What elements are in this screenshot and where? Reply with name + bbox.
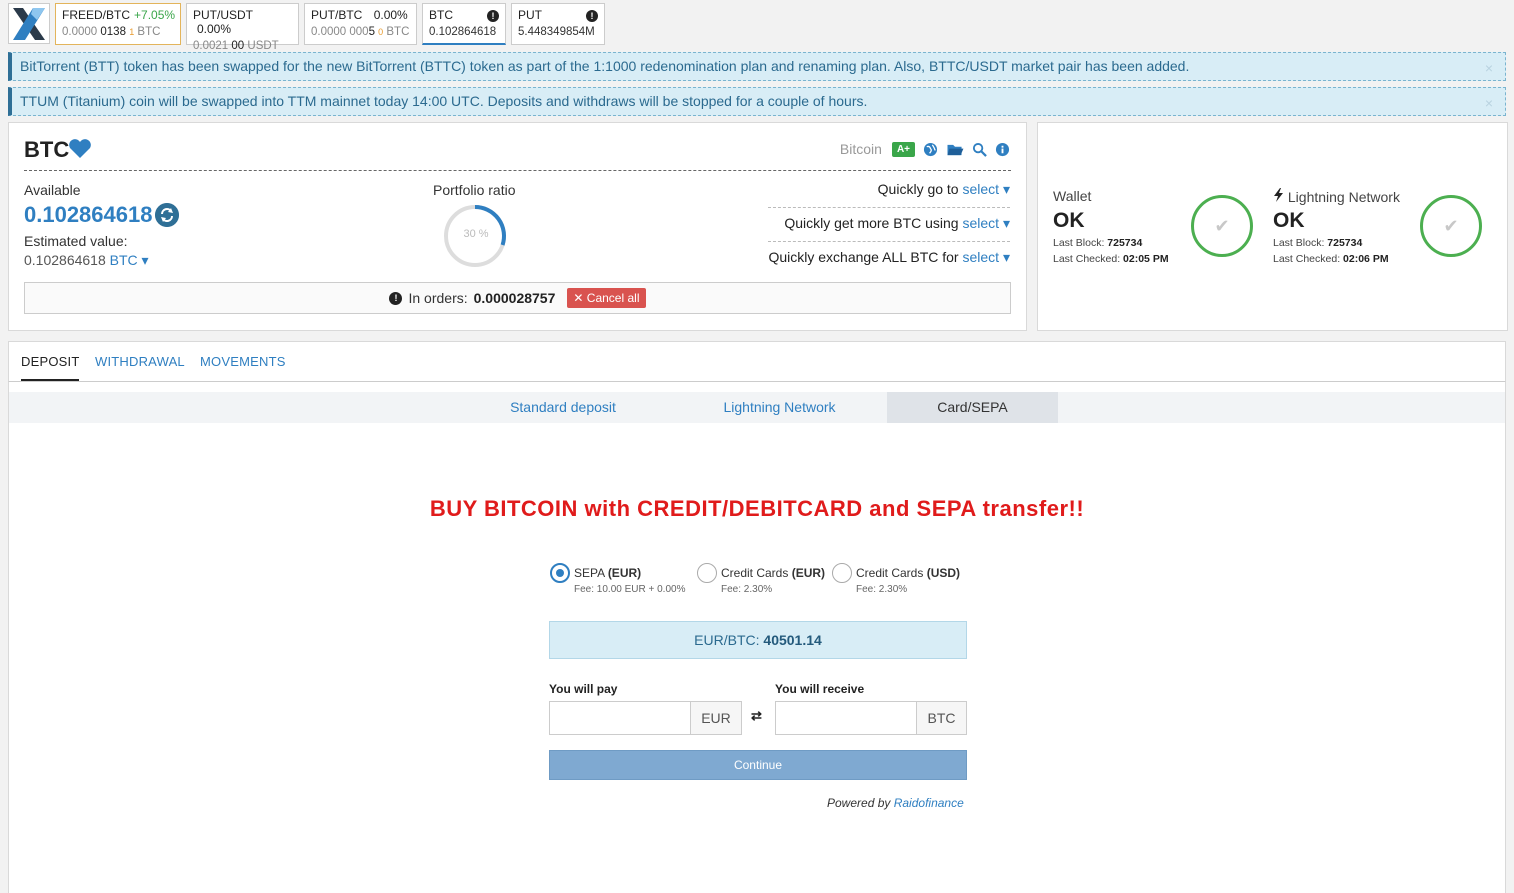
powered-by: Powered by Raidofinance: [827, 796, 964, 810]
refresh-icon[interactable]: [155, 203, 179, 227]
folder-icon[interactable]: [946, 142, 964, 157]
receive-label: You will receive: [775, 682, 865, 696]
ticker-value: 0.102864618: [429, 26, 497, 38]
lightning-last-block: Last Block: 725734: [1273, 237, 1363, 249]
search-icon[interactable]: [972, 142, 987, 157]
swap-arrows-icon[interactable]: ⇄: [751, 708, 762, 724]
favorite-heart-icon[interactable]: [68, 139, 92, 159]
ticker-price: 0.0021 00 USDT: [193, 40, 279, 52]
ticker-put-btc[interactable]: PUT/BTC 0.00% 0.0000 0005 0 BTC: [304, 3, 417, 45]
divider: [24, 170, 1011, 171]
wallet-last-block: Last Block: 725734: [1053, 237, 1143, 249]
receive-amount-input[interactable]: [775, 701, 917, 735]
ticker-put-usdt[interactable]: PUT/USDT 0.00% 0.0021 00 USDT: [186, 3, 299, 52]
lightning-icon: [1274, 188, 1283, 202]
continue-button[interactable]: Continue: [549, 750, 967, 780]
coin-actions: Bitcoin A+: [840, 141, 1010, 157]
pay-currency: EUR: [690, 701, 742, 735]
subtab-standard-deposit[interactable]: Standard deposit: [454, 392, 672, 423]
ticker-value: 5.448349854M: [518, 26, 595, 38]
coin-name: Bitcoin: [839, 141, 882, 157]
notice-text: BitTorrent (BTT) token has been swapped …: [20, 58, 1190, 74]
warning-icon: !: [586, 10, 598, 22]
quick-exchange: Quickly exchange ALL BTC for select ▾: [768, 249, 1011, 265]
wallet-status-panel: Wallet OK Last Block: 725734 Last Checke…: [1037, 122, 1508, 331]
pay-label: You will pay: [549, 682, 618, 696]
ticker-change: 0.00%: [197, 22, 232, 36]
exchange-rate-box: EUR/BTC: 40501.14: [549, 621, 967, 659]
deposit-content: Standard deposit Lightning Network Card/…: [8, 382, 1506, 893]
info-icon[interactable]: [995, 142, 1010, 157]
divider: [768, 241, 1010, 242]
lightning-status: OK: [1273, 209, 1305, 232]
available-value: 0.102864618: [24, 202, 153, 227]
ticker-price: 0.0000 0138 1 BTC: [62, 26, 161, 38]
radio-button[interactable]: [550, 563, 570, 583]
receive-currency: BTC: [916, 701, 967, 735]
ticker-freed-btc[interactable]: FREED/BTC +7.05% 0.0000 0138 1 BTC: [55, 3, 181, 45]
ticker-pair: FREED/BTC: [62, 8, 131, 22]
warning-icon: !: [487, 10, 499, 22]
wallet-status: OK: [1053, 209, 1085, 232]
notice-ttum: TTUM (Titanium) coin will be swapped int…: [8, 87, 1506, 116]
ticker-pair: PUT/USDT: [193, 8, 253, 22]
ticker-price: 0.0000 0005 0 BTC: [311, 26, 410, 38]
fee-text: Fee: 2.30%: [856, 584, 908, 595]
top-ticker-bar: FREED/BTC +7.05% 0.0000 0138 1 BTC PUT/US…: [0, 0, 1514, 52]
ticker-pair: PUT/BTC: [311, 8, 363, 22]
buy-headline: BUY BITCOIN with CREDIT/DEBITCARD and SE…: [429, 496, 1085, 521]
close-icon[interactable]: ×: [1485, 60, 1493, 76]
radio-button[interactable]: [697, 563, 717, 583]
quick-more-select[interactable]: select ▾: [963, 215, 1011, 231]
tab-deposit[interactable]: DEPOSIT: [21, 354, 80, 381]
available-label: Available: [24, 182, 81, 198]
close-icon: ✕: [573, 291, 584, 305]
ticker-change: +7.05%: [134, 8, 176, 22]
raidofinance-link[interactable]: Raidofinance: [894, 796, 964, 810]
fee-text: Fee: 2.30%: [721, 584, 773, 595]
radio-button[interactable]: [832, 563, 852, 583]
cancel-all-button[interactable]: ✕ Cancel all: [567, 288, 646, 308]
in-orders-label: In orders:: [408, 290, 468, 306]
exchange-logo[interactable]: [8, 3, 50, 44]
wallet-ok-check-icon: ✔: [1191, 195, 1253, 257]
quick-exchange-select[interactable]: select ▾: [963, 249, 1011, 265]
currency-dropdown[interactable]: BTC ▾: [110, 252, 149, 268]
in-orders-bar: ! In orders: 0.000028757 ✕ Cancel all: [24, 282, 1011, 314]
quick-go: Quickly go to select ▾: [877, 181, 1011, 197]
globe-icon[interactable]: [923, 142, 938, 157]
lightning-ok-check-icon: ✔: [1420, 195, 1482, 257]
info-icon: !: [389, 291, 403, 305]
tab-movements[interactable]: MOVEMENTS: [200, 354, 286, 369]
notice-btt: BitTorrent (BTT) token has been swapped …: [8, 52, 1506, 81]
quick-more: Quickly get more BTC using select ▾: [784, 215, 1011, 231]
logo-x-icon: [13, 7, 45, 40]
ticker-change: 0.00%: [373, 8, 408, 22]
lightning-last-checked: Last Checked: 02:06 PM: [1273, 253, 1389, 265]
tab-withdrawal[interactable]: WITHDRAWAL: [95, 354, 185, 369]
estimated-label: Estimated value:: [24, 233, 128, 249]
deposit-method-tabs: Standard deposit Lightning Network Card/…: [9, 392, 1505, 423]
in-orders-value: 0.000028757: [473, 290, 556, 306]
subtab-card-sepa[interactable]: Card/SEPA: [887, 392, 1058, 423]
coin-symbol: BTC: [24, 137, 70, 162]
coin-panel: BTC Bitcoin A+ Available 0.102864618 Est…: [8, 122, 1027, 331]
ticker-put-balance[interactable]: PUT 5.448349854M !: [511, 3, 605, 45]
portfolio-percent: 30 %: [463, 228, 489, 240]
rating-badge[interactable]: A+: [891, 141, 915, 157]
close-icon[interactable]: ×: [1485, 95, 1493, 111]
fee-text: Fee: 10.00 EUR + 0.00%: [574, 584, 686, 595]
ticker-btc-balance[interactable]: BTC 0.102864618 !: [422, 3, 506, 45]
subtab-lightning-network[interactable]: Lightning Network: [672, 392, 887, 423]
wallet-last-checked: Last Checked: 02:05 PM: [1053, 253, 1169, 265]
wallet-label: Wallet: [1053, 188, 1092, 204]
portfolio-label: Portfolio ratio: [433, 182, 516, 198]
quick-go-select[interactable]: select ▾: [963, 181, 1011, 197]
pay-amount-input[interactable]: [549, 701, 691, 735]
lightning-label: Lightning Network: [1273, 188, 1400, 205]
divider: [768, 207, 1010, 208]
estimated-value: 0.102864618 BTC ▾: [24, 252, 149, 268]
notice-text: TTUM (Titanium) coin will be swapped int…: [20, 93, 868, 109]
main-tabs: DEPOSIT WITHDRAWAL MOVEMENTS: [8, 341, 1506, 382]
